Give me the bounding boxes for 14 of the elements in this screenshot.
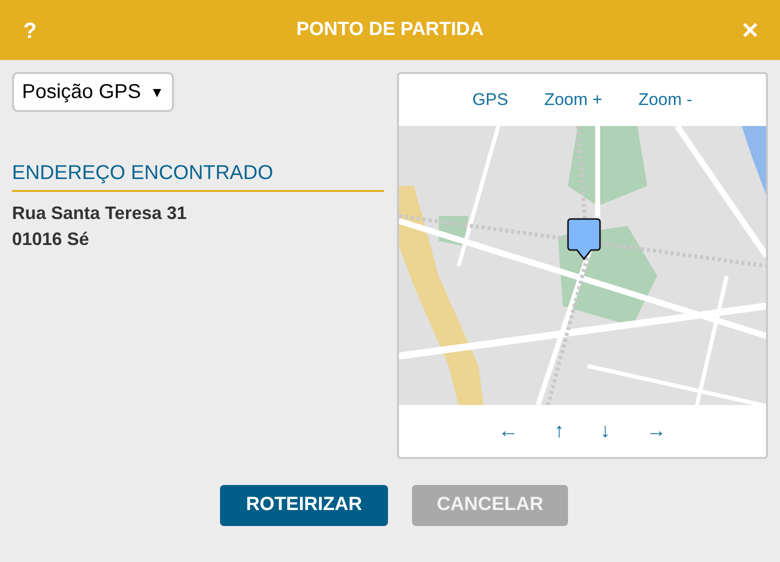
address-line: Rua Santa Teresa 31 [12,202,188,225]
source-dropdown[interactable]: Posição GPS ▼ [12,72,174,112]
route-button[interactable]: ROTEIRIZAR [220,485,388,526]
section-heading: ENDEREÇO ENCONTRADO [12,158,384,192]
pan-button[interactable]: ← [494,416,522,446]
pan-button[interactable]: ↓ [596,416,614,446]
map-control-link[interactable]: Zoom + [544,87,602,113]
map-marker-icon [566,218,600,262]
pan-button[interactable]: ↑ [550,416,568,446]
address-line: 01016 Sé [12,228,90,251]
pan-button[interactable]: → [642,416,670,446]
map-control-link[interactable]: GPS [472,87,508,113]
map-control-link[interactable]: Zoom - [638,87,692,113]
dialog-title: PONTO DE PARTIDA [295,18,485,42]
